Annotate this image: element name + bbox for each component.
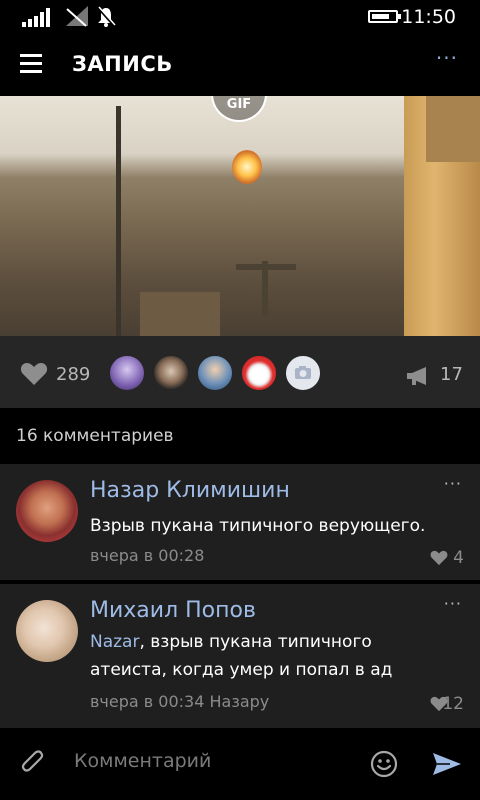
liker-avatar[interactable] [196,354,234,392]
comment-composer: Комментарий [0,728,480,800]
more-options-button[interactable]: ··· [436,46,458,70]
comment-like-count[interactable]: 4 [453,548,464,568]
liker-avatar[interactable] [240,354,278,392]
explosion [232,150,262,184]
comment-input[interactable]: Комментарий [74,750,211,772]
status-bar: 11:50 [0,0,480,34]
liker-avatar[interactable] [152,354,190,392]
comment-timestamp: вчера в 00:34 Назару [90,692,270,711]
page-title: ЗАПИСЬ [72,52,173,76]
send-icon[interactable] [432,752,462,776]
comments-count-label: 16 комментариев [16,426,174,446]
comment-author-name[interactable]: Назар Климишин [90,478,290,503]
signal-icon [22,8,50,27]
liker-avatar-placeholder[interactable] [284,354,322,392]
comment-more-button[interactable]: ··· [444,594,462,613]
emoji-smile-icon[interactable] [370,750,398,778]
comment-like-heart-icon[interactable] [430,550,448,566]
attach-paperclip-icon[interactable] [20,750,46,778]
comment-text: Взрыв пукана типичного верующего. [90,516,426,536]
camera-icon [295,366,311,379]
avatar[interactable] [16,600,78,662]
antenna-pole [116,106,121,336]
battery-icon [368,10,401,23]
comments-header: 16 комментариев [0,408,480,464]
media-hatch [140,292,220,336]
status-time: 11:50 [401,6,456,28]
comment-item[interactable]: Назар Климишин ··· Взрыв пукана типичног… [0,464,480,580]
comment-text: Nazar, взрыв пукана типичного атеиста, к… [90,628,450,684]
like-heart-icon[interactable] [20,362,48,386]
avatar[interactable] [16,480,78,542]
media-tank-top [426,96,480,162]
reposts-count[interactable]: 17 [440,364,463,385]
notifications-muted-icon [97,6,116,27]
comment-more-button[interactable]: ··· [444,474,462,493]
comment-author-name[interactable]: Михаил Попов [90,598,256,623]
post-actions-bar: 289 17 [0,336,480,408]
repost-megaphone-icon[interactable] [406,366,432,386]
wifi-icon [66,6,88,27]
media-bar [236,264,296,270]
app-header: ЗАПИСЬ ··· [0,34,480,96]
hamburger-menu-icon[interactable] [20,54,42,74]
comment-timestamp: вчера в 00:28 [90,546,205,565]
comment-item[interactable]: Михаил Попов ··· Nazar, взрыв пукана тип… [0,584,480,728]
comment-like-count[interactable]: 12 [442,694,464,714]
post-media-gif[interactable]: GIF [0,96,480,336]
liker-avatar[interactable] [108,354,146,392]
likes-count[interactable]: 289 [56,364,90,385]
comment-mention-link[interactable]: Nazar [90,632,139,652]
gif-badge[interactable]: GIF [211,96,267,122]
